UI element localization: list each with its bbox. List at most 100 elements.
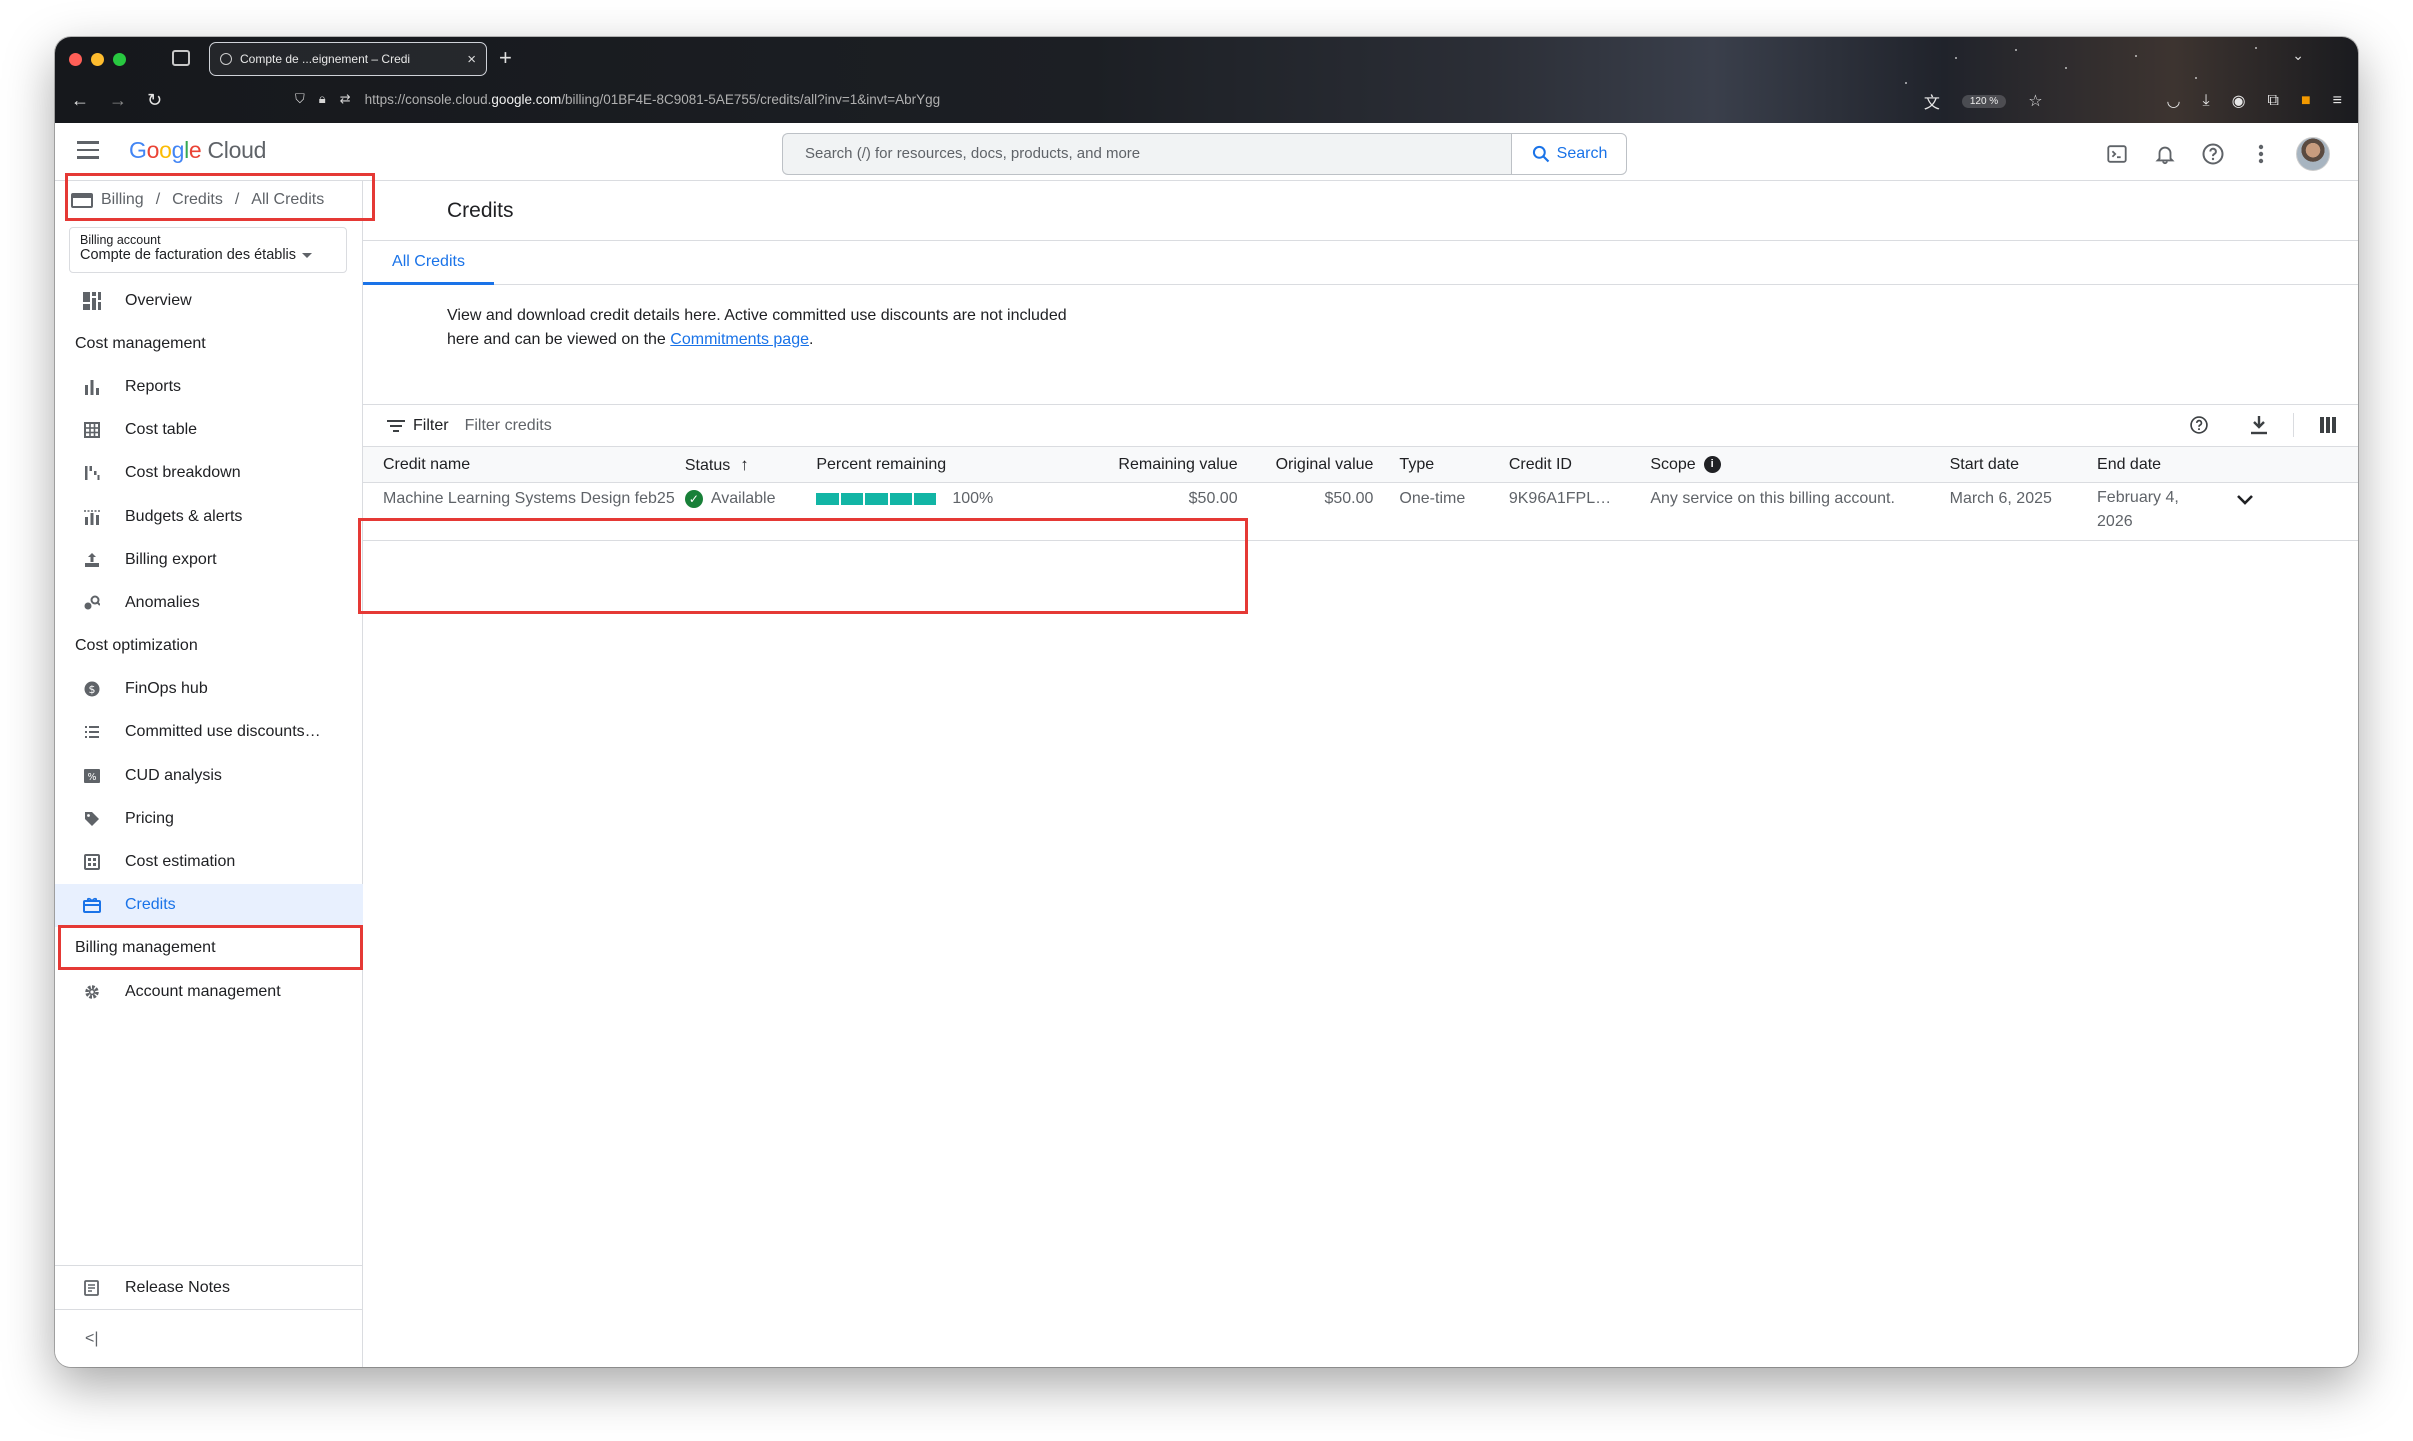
browser-tab[interactable]: Compte de ...eignement – Credi × (209, 42, 487, 76)
menu-icon[interactable]: ≡ (2333, 92, 2342, 110)
credits-description: View and download credit details here. A… (447, 307, 1067, 348)
avatar[interactable] (2296, 137, 2330, 171)
col-start-date[interactable]: Start date (1949, 446, 2098, 483)
sidebar-item-cost-table[interactable]: Cost table (55, 409, 363, 452)
sidebar-item-overview[interactable]: Overview (55, 279, 363, 322)
expand-row-chevron-icon[interactable] (2236, 490, 2254, 510)
calculator-icon (83, 853, 101, 871)
col-percent-remaining[interactable]: Percent remaining (816, 446, 994, 483)
search-button[interactable]: Search (1511, 133, 1627, 175)
filter-icon[interactable] (387, 417, 405, 435)
sidebar-item-finops-hub[interactable]: $ FinOps hub (55, 668, 363, 711)
reload-icon[interactable]: ↻ (147, 90, 162, 111)
bar-chart-icon (83, 378, 101, 396)
tab-list-chevron-icon[interactable]: ⌄ (2292, 47, 2304, 64)
help-icon[interactable] (2200, 141, 2226, 167)
col-end-date[interactable]: End date (2097, 446, 2237, 483)
sidebar-item-cost-estimation[interactable]: Cost estimation (55, 840, 363, 883)
forward-arrow-icon[interactable]: → (109, 90, 127, 111)
console-header: Google Cloud Search (/) for resources, d… (55, 123, 2358, 181)
breadcrumb-billing[interactable]: Billing (101, 191, 144, 209)
pocket-icon[interactable]: ◡ (2167, 91, 2181, 111)
translate-icon[interactable]: 文 (1924, 89, 1940, 113)
notifications-bell-icon[interactable] (2152, 141, 2178, 167)
download-icon[interactable] (2247, 413, 2271, 437)
zoom-level[interactable]: 120 % (1961, 94, 2007, 108)
cloud-shell-icon[interactable] (2104, 141, 2130, 167)
breadcrumb-all-credits[interactable]: All Credits (251, 191, 324, 209)
section-billing-management: Billing management (75, 939, 216, 957)
tab-all-credits[interactable]: All Credits (363, 241, 494, 285)
dollar-coin-icon: $ (83, 680, 101, 698)
sort-ascending-arrow-icon[interactable]: ↑ (740, 455, 749, 474)
window-controls[interactable] (69, 53, 126, 66)
list-icon (83, 723, 101, 741)
address-bar[interactable]: ⛉ 🔒︎ ⇄ https://console.cloud.google.com/… (295, 91, 940, 107)
google-cloud-logo[interactable]: Google Cloud (129, 137, 266, 164)
sidebar-item-committed-use-discounts[interactable]: Committed use discounts… (55, 711, 363, 754)
col-status[interactable]: Status ↑ (684, 446, 817, 483)
url-text[interactable]: https://console.cloud.google.com/billing… (365, 92, 941, 107)
extensions-icon[interactable]: ⧉ (2268, 92, 2279, 110)
download-icon[interactable]: ⤓ (2203, 92, 2210, 110)
billing-account-value: Compte de facturation des établis (80, 247, 297, 263)
sidebar-item-release-notes[interactable]: Release Notes (55, 1265, 362, 1309)
sidebar-item-credits[interactable]: Credits (55, 883, 363, 927)
col-credit-id[interactable]: Credit ID (1508, 446, 1651, 483)
sidebar-item-billing-export[interactable]: Billing export (55, 538, 363, 581)
col-remaining-value[interactable]: Remaining value (993, 446, 1264, 483)
commitments-page-link[interactable]: Commitments page (670, 331, 809, 348)
billing-account-selector[interactable]: Billing account Compte de facturation de… (69, 227, 347, 273)
search-input[interactable]: Search (/) for resources, docs, products… (782, 133, 1519, 175)
progress-segment (840, 492, 864, 505)
minimize-window-button[interactable] (91, 53, 104, 66)
percent-remaining-label: 100% (952, 490, 994, 507)
maximize-window-button[interactable] (113, 53, 126, 66)
lock-icon: 🔒︎ (318, 91, 326, 106)
col-credit-name[interactable]: Credit name (363, 446, 685, 483)
release-notes-icon (83, 1279, 101, 1296)
extension-badge-icon[interactable]: ■ (2301, 92, 2311, 110)
new-tab-plus-icon[interactable]: + (499, 45, 512, 71)
tab-overview-icon[interactable] (172, 50, 190, 66)
progress-segment (865, 492, 888, 505)
tab-close-icon[interactable]: × (467, 51, 476, 68)
sidebar-item-budgets-alerts[interactable]: Budgets & alerts (55, 495, 363, 538)
sidebar-item-account-management[interactable]: Account management (55, 970, 363, 1013)
col-scope[interactable]: Scope i (1650, 446, 1950, 483)
price-tag-icon (83, 810, 101, 828)
gift-card-icon (83, 896, 101, 914)
filter-label[interactable]: Filter (413, 417, 449, 435)
sidebar-item-anomalies[interactable]: Anomalies (55, 581, 363, 624)
page-title: Credits (447, 199, 514, 222)
filter-input[interactable]: Filter credits (465, 417, 552, 435)
main-content: Credits All Credits View and download cr… (358, 181, 2358, 1367)
type-cell: One-time (1399, 482, 1509, 541)
collapse-sidebar-icon[interactable]: <| (55, 1309, 362, 1367)
table-row[interactable]: Machine Learning Systems Design feb25 ✓ … (363, 482, 2358, 541)
progress-segment (816, 492, 839, 505)
anomalies-icon (83, 594, 101, 612)
tab-bar: All Credits (363, 241, 2358, 285)
breadcrumb-credits[interactable]: Credits (172, 191, 223, 209)
table-grid-icon (83, 421, 101, 439)
info-icon[interactable]: i (1703, 455, 1721, 473)
filter-bar: Filter Filter credits (363, 404, 2358, 446)
hamburger-menu-icon[interactable] (77, 141, 99, 164)
close-window-button[interactable] (69, 53, 82, 66)
table-header-row: Credit name Status ↑ Percent remaining Re… (363, 446, 2358, 483)
account-icon[interactable]: ◉ (2232, 91, 2246, 111)
sidebar-item-cost-breakdown[interactable]: Cost breakdown (55, 452, 363, 495)
sidebar-item-reports[interactable]: Reports (55, 365, 363, 408)
sidebar-item-cud-analysis[interactable]: % CUD analysis (55, 754, 363, 797)
table-help-icon[interactable] (2187, 413, 2211, 437)
col-type[interactable]: Type (1399, 446, 1509, 483)
col-original-value[interactable]: Original value (1263, 446, 1400, 483)
sidebar-item-pricing[interactable]: Pricing (55, 797, 363, 840)
back-arrow-icon[interactable]: ← (71, 90, 89, 111)
column-display-icon[interactable] (2316, 413, 2340, 437)
more-vert-icon[interactable] (2248, 141, 2274, 167)
billing-card-icon (71, 192, 93, 208)
bookmark-star-icon[interactable]: ☆ (2028, 91, 2042, 111)
tab-favicon-icon (220, 53, 232, 65)
